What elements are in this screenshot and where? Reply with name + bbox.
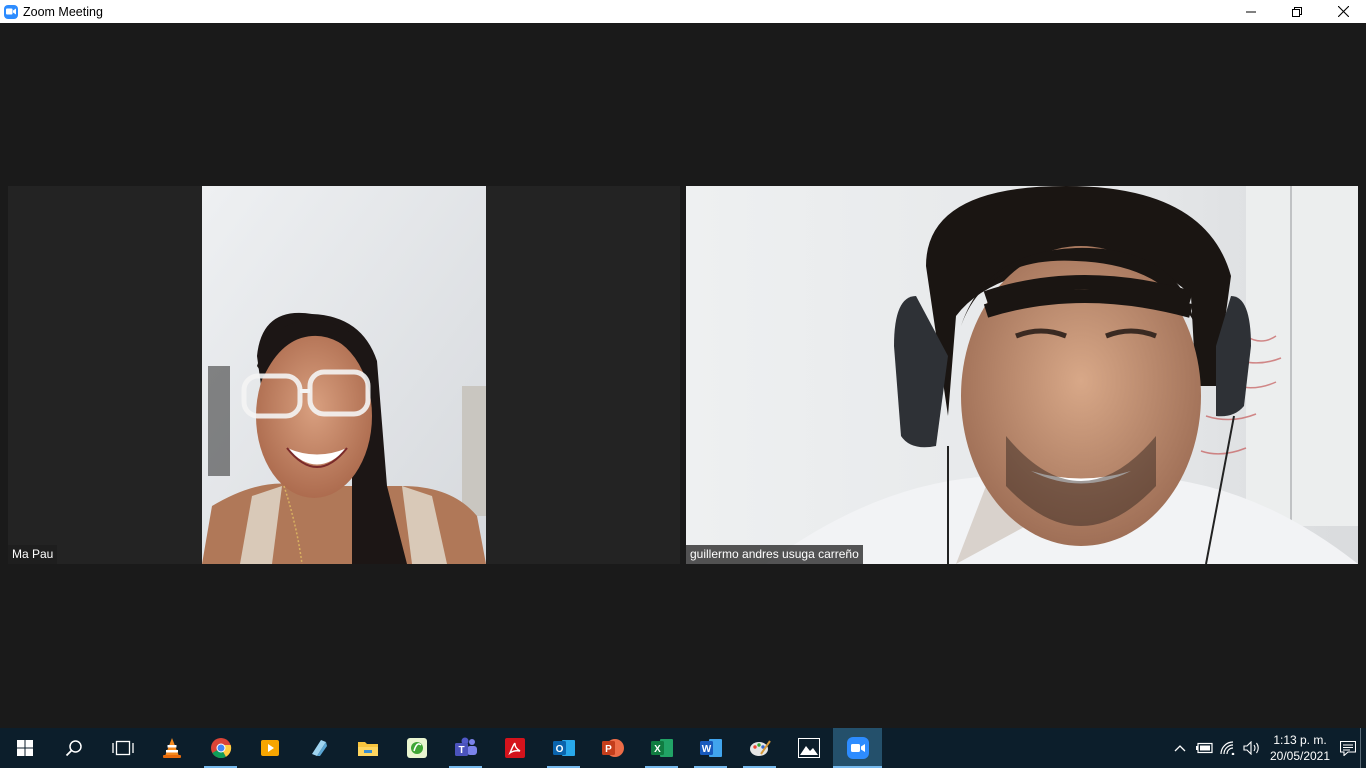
edge-legacy-taskbar-button[interactable] [294,728,343,768]
teams-taskbar-button[interactable]: T [441,728,490,768]
search-icon [65,740,82,757]
clock-date: 20/05/2021 [1269,749,1331,763]
window-title-bar: Zoom Meeting [0,0,1366,23]
battery-button[interactable] [1192,728,1216,768]
vlc-icon [162,738,181,758]
photos-taskbar-button[interactable] [784,728,833,768]
taskbar-clock[interactable]: 1:13 p. m. 20/05/2021 [1264,728,1336,768]
svg-text:P: P [605,744,612,755]
clock-time: 1:13 p. m. [1273,733,1327,747]
chrome-icon [210,738,231,759]
green-app-icon [406,738,427,758]
minimize-button[interactable] [1228,0,1274,23]
file-explorer-icon [357,742,378,756]
word-taskbar-button[interactable]: W [686,728,735,768]
volume-button[interactable] [1240,728,1264,768]
windows-taskbar: T O P X W 1:13 p. m. 20/05/2021 [0,728,1366,768]
zoom-camera-icon [4,4,18,19]
acrobat-icon [504,738,525,758]
media-player-taskbar-button[interactable] [245,728,294,768]
show-desktop-button[interactable] [1360,728,1366,768]
meeting-gallery-view: Ma Pau guillermo andres usuga carreño [0,23,1366,728]
excel-icon: X [650,739,673,757]
powerpoint-taskbar-button[interactable]: P [588,728,637,768]
participant-tile[interactable]: guillermo andres usuga carreño [686,186,1358,564]
vlc-taskbar-button[interactable] [147,728,196,768]
network-button[interactable] [1216,728,1240,768]
volume-icon [1243,741,1259,755]
file-explorer-taskbar-button[interactable] [343,728,392,768]
svg-text:O: O [555,744,563,755]
powerpoint-icon: P [601,739,624,757]
participant-video [686,186,1358,564]
minimize-icon [1246,11,1256,12]
outlook-icon: O [552,740,575,756]
close-button[interactable] [1320,0,1366,23]
participant-name-label: Ma Pau [8,545,58,564]
participant-video [202,186,486,564]
restore-button[interactable] [1274,0,1320,23]
participant-name-label: guillermo andres usuga carreño [686,545,863,564]
green-app-taskbar-button[interactable] [392,728,441,768]
zoom-icon [846,737,869,759]
excel-taskbar-button[interactable]: X [637,728,686,768]
chevron-up-icon [1174,745,1186,752]
window-title: Zoom Meeting [23,4,103,19]
restore-icon [1292,6,1302,17]
svg-text:W: W [701,744,711,755]
paint-taskbar-button[interactable] [735,728,784,768]
start-icon [16,740,33,756]
chrome-taskbar-button[interactable] [196,728,245,768]
notification-center-button[interactable] [1336,728,1360,768]
zoom-taskbar-button[interactable] [833,728,882,768]
system-tray: 1:13 p. m. 20/05/2021 [1168,728,1366,768]
wifi-icon [1220,741,1235,755]
acrobat-taskbar-button[interactable] [490,728,539,768]
paint-icon [749,740,771,756]
participant-tile[interactable]: Ma Pau [8,186,680,564]
start-button[interactable] [0,728,49,768]
close-icon [1337,6,1349,17]
teams-icon: T [454,737,477,756]
battery-icon [1196,742,1213,754]
notification-icon [1340,740,1356,756]
photos-icon [797,738,820,758]
edge-legacy-icon [311,740,327,756]
svg-text:X: X [654,744,661,755]
svg-text:T: T [458,745,464,756]
task-view-icon [111,740,134,756]
task-view-button[interactable] [98,728,147,768]
outlook-taskbar-button[interactable]: O [539,728,588,768]
show-hidden-icons-button[interactable] [1168,728,1192,768]
word-icon: W [699,739,722,757]
media-player-icon [260,740,279,756]
search-button[interactable] [49,728,98,768]
